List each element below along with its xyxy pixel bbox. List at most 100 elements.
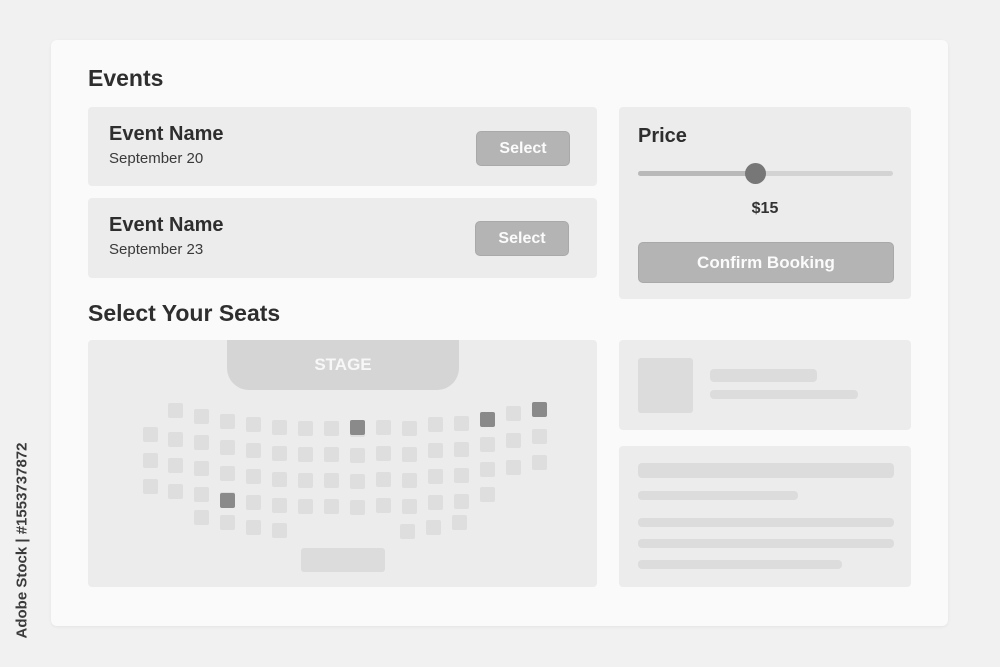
confirm-booking-button[interactable]: Confirm Booking [638,242,894,283]
seat-map: STAGE [88,340,597,587]
seat[interactable] [532,429,547,444]
price-label: Price [638,125,687,147]
seat[interactable] [298,499,313,514]
text-placeholder [638,560,842,569]
seat[interactable] [272,498,287,513]
seat[interactable] [298,473,313,488]
seat[interactable] [454,416,469,431]
seat[interactable] [402,473,417,488]
entrance-marker [301,548,385,572]
seat[interactable] [220,440,235,455]
stock-watermark: Adobe Stock | #1553737872 [4,430,40,650]
seat[interactable] [376,472,391,487]
event-date: September 23 [109,241,204,258]
text-placeholder [638,518,894,527]
seat[interactable] [168,484,183,499]
seat[interactable] [246,417,261,432]
seat[interactable] [272,446,287,461]
details-card [619,446,911,587]
seat[interactable] [480,487,495,502]
seats-heading: Select Your Seats [88,300,281,326]
seat[interactable] [143,453,158,468]
select-event-button[interactable]: Select [476,131,570,166]
text-placeholder [638,463,894,478]
seat[interactable] [426,520,441,535]
seat[interactable] [143,427,158,442]
seat[interactable] [324,499,339,514]
event-name: Event Name [109,123,224,145]
seat[interactable] [506,406,521,421]
seat[interactable] [246,495,261,510]
seat[interactable] [454,468,469,483]
seat[interactable] [246,443,261,458]
price-slider-handle[interactable] [745,163,767,184]
seat[interactable] [324,421,339,436]
text-placeholder [710,369,817,382]
seat[interactable] [376,498,391,513]
event-card: Event Name September 20 Select [88,107,597,186]
seat[interactable] [246,520,261,535]
price-value: $15 [751,200,779,217]
seat[interactable] [324,473,339,488]
seat[interactable] [506,433,521,448]
seat[interactable] [324,447,339,462]
seat[interactable] [272,472,287,487]
seat[interactable] [454,442,469,457]
seat[interactable] [168,403,183,418]
seat[interactable] [480,462,495,477]
seat[interactable] [506,460,521,475]
seat[interactable] [400,524,415,539]
image-placeholder [638,358,693,413]
seat[interactable] [246,469,261,484]
seat[interactable] [428,495,443,510]
seat[interactable] [428,417,443,432]
seat[interactable] [350,448,365,463]
seat[interactable] [220,515,235,530]
seat[interactable] [194,510,209,525]
seat-selected[interactable] [532,402,547,417]
seat[interactable] [298,447,313,462]
seat-selected[interactable] [350,420,365,435]
seat[interactable] [272,420,287,435]
price-slider-fill [638,171,756,176]
seat[interactable] [350,474,365,489]
seat[interactable] [298,421,313,436]
price-panel: Price $15 Confirm Booking [619,107,911,299]
event-date: September 20 [109,150,204,167]
seat[interactable] [168,432,183,447]
event-name: Event Name [109,214,224,236]
seat-selected[interactable] [480,412,495,427]
seat[interactable] [452,515,467,530]
price-slider[interactable] [638,163,893,184]
seat[interactable] [194,409,209,424]
seat[interactable] [480,437,495,452]
select-event-button[interactable]: Select [475,221,569,256]
seat[interactable] [376,420,391,435]
seat[interactable] [194,461,209,476]
text-placeholder [638,539,894,548]
text-placeholder [638,491,798,500]
seat-selected[interactable] [220,493,235,508]
booking-card: Events Event Name September 20 Select Ev… [51,40,948,626]
seat[interactable] [194,487,209,502]
seat[interactable] [168,458,183,473]
seat[interactable] [402,499,417,514]
seat[interactable] [376,446,391,461]
seat[interactable] [428,443,443,458]
watermark-text: Adobe Stock | #1553737872 [13,442,31,638]
seat[interactable] [428,469,443,484]
seat[interactable] [350,500,365,515]
seat[interactable] [272,523,287,538]
seat-info-card [619,340,911,430]
text-placeholder [710,390,858,399]
events-heading: Events [88,65,164,91]
seat[interactable] [194,435,209,450]
seat[interactable] [220,466,235,481]
seat[interactable] [143,479,158,494]
event-card: Event Name September 23 Select [88,198,597,278]
seat[interactable] [402,447,417,462]
seat[interactable] [402,421,417,436]
seat[interactable] [532,455,547,470]
seat[interactable] [454,494,469,509]
seat[interactable] [220,414,235,429]
